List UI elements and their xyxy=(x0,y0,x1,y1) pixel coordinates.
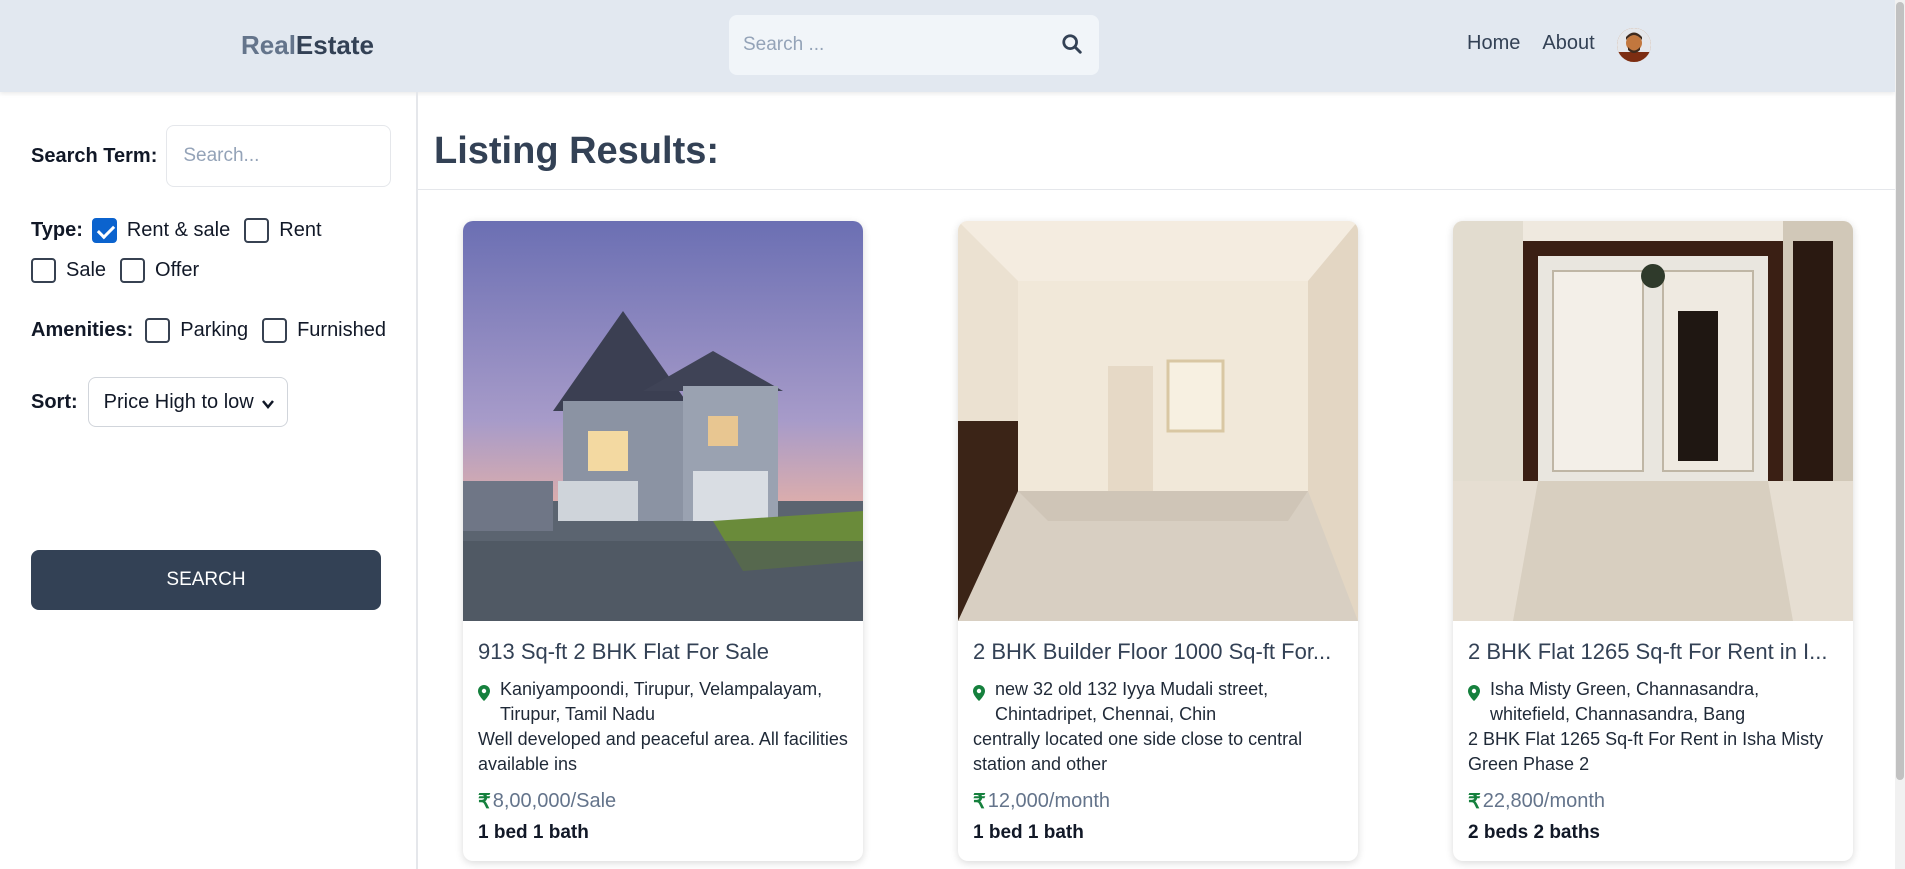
amenities-label: Amenities: xyxy=(31,319,134,341)
checkbox-rent-sale[interactable] xyxy=(91,218,117,243)
listing-image xyxy=(463,221,863,621)
type-label: Type: xyxy=(31,219,83,241)
map-pin-icon xyxy=(973,683,987,727)
type-row-1: Type: Rent & sale Rent xyxy=(31,218,322,243)
listing-image xyxy=(1453,221,1853,621)
listing-title: 913 Sq-ft 2 BHK Flat For Sale xyxy=(478,639,770,664)
header-search-box xyxy=(729,15,1099,75)
checkbox-sale-label: Sale xyxy=(66,259,107,281)
type-row-2: Sale Offer xyxy=(31,258,199,283)
checkbox-parking-label: Parking xyxy=(180,319,249,341)
listing-address-row: new 32 old 132 Iyya Mudali street, Chint… xyxy=(973,677,1343,727)
search-button[interactable]: SEARCH xyxy=(31,550,381,610)
logo[interactable]: RealEstate xyxy=(241,30,374,61)
top-nav: Home About xyxy=(1467,32,1595,55)
listing-price-row: ₹ 12,000/month xyxy=(973,789,1343,814)
search-term-label: Search Term: xyxy=(31,144,158,167)
sort-label: Sort: xyxy=(31,390,78,413)
listing-address-row: Kaniyampoondi, Tirupur, Velampalayam, Ti… xyxy=(478,677,848,727)
checkbox-furnished[interactable] xyxy=(262,318,288,343)
nav-home-link[interactable]: Home xyxy=(1467,32,1520,55)
search-icon[interactable] xyxy=(1061,33,1085,57)
checkbox-offer-label: Offer xyxy=(155,259,200,281)
listing-price: 12,000/month xyxy=(987,790,1111,812)
map-pin-icon xyxy=(478,683,492,727)
listing-price-row: ₹ 8,00,000/Sale xyxy=(478,789,848,814)
listing-address: new 32 old 132 Iyya Mudali street, Chint… xyxy=(995,679,1269,724)
listing-address-row: Isha Misty Green, Channasandra, whitefie… xyxy=(1468,677,1838,727)
avatar[interactable] xyxy=(1617,28,1651,62)
listing-beds-baths: 2 beds 2 baths xyxy=(1468,822,1600,843)
checkbox-rent-label: Rent xyxy=(279,219,322,241)
checkbox-rent-sale-label: Rent & sale xyxy=(126,219,231,241)
listing-card[interactable]: 2 BHK Flat 1265 Sq-ft For Rent in I... I… xyxy=(1453,221,1853,861)
header: RealEstate Home About xyxy=(0,0,1895,92)
logo-part-real: Real xyxy=(241,30,296,60)
chevron-down-icon xyxy=(261,394,275,417)
checkbox-sale[interactable] xyxy=(31,258,56,283)
checkbox-parking[interactable] xyxy=(145,318,171,343)
rupee-icon: ₹ xyxy=(973,791,986,813)
listing-image xyxy=(958,221,1358,621)
listing-price: 8,00,000/Sale xyxy=(492,790,617,812)
logo-part-estate: Estate xyxy=(295,30,374,60)
listing-beds-baths: 1 bed 1 bath xyxy=(478,822,589,843)
nav-about-link[interactable]: About xyxy=(1542,32,1594,55)
listing-price-row: ₹ 22,800/month xyxy=(1468,789,1838,814)
search-term-input[interactable] xyxy=(166,125,392,187)
filter-sidebar: Search Term: Type: Rent & sale Rent Sale… xyxy=(0,92,418,869)
listing-address: Kaniyampoondi, Tirupur, Velampalayam, Ti… xyxy=(500,679,823,724)
page-scrollbar[interactable] xyxy=(1895,0,1905,869)
header-search-input[interactable] xyxy=(743,15,1043,75)
map-pin-icon xyxy=(1468,683,1482,727)
rupee-icon: ₹ xyxy=(1468,791,1481,813)
scrollbar-thumb[interactable] xyxy=(1896,2,1904,780)
listing-card[interactable]: 913 Sq-ft 2 BHK Flat For Sale Kaniyampoo… xyxy=(463,221,863,861)
listing-description: Well developed and peaceful area. All fa… xyxy=(478,729,848,774)
amenities-row: Amenities: Parking Furnished xyxy=(31,318,386,343)
page-title: Listing Results: xyxy=(434,130,720,172)
listing-description: centrally located one side close to cent… xyxy=(973,729,1303,774)
listing-address: Isha Misty Green, Channasandra, whitefie… xyxy=(1490,679,1760,724)
search-term-row: Search Term: xyxy=(31,125,392,187)
listing-card[interactable]: 2 BHK Builder Floor 1000 Sq-ft For... ne… xyxy=(958,221,1358,861)
rupee-icon: ₹ xyxy=(478,791,491,813)
listing-title: 2 BHK Builder Floor 1000 Sq-ft For... xyxy=(973,639,1332,664)
checkbox-furnished-label: Furnished xyxy=(297,319,386,341)
sort-select[interactable]: Price High to low xyxy=(87,377,288,427)
listing-beds-baths: 1 bed 1 bath xyxy=(973,822,1084,843)
divider xyxy=(418,189,1895,190)
listing-price: 22,800/month xyxy=(1482,790,1606,812)
sort-row: Sort: Price High to low xyxy=(31,377,288,427)
listing-description: 2 BHK Flat 1265 Sq-ft For Rent in Isha M… xyxy=(1468,729,1824,774)
checkbox-rent[interactable] xyxy=(244,218,270,243)
checkbox-offer[interactable] xyxy=(120,258,146,283)
listing-title: 2 BHK Flat 1265 Sq-ft For Rent in I... xyxy=(1468,639,1828,664)
sort-select-value: Price High to low xyxy=(103,390,254,413)
